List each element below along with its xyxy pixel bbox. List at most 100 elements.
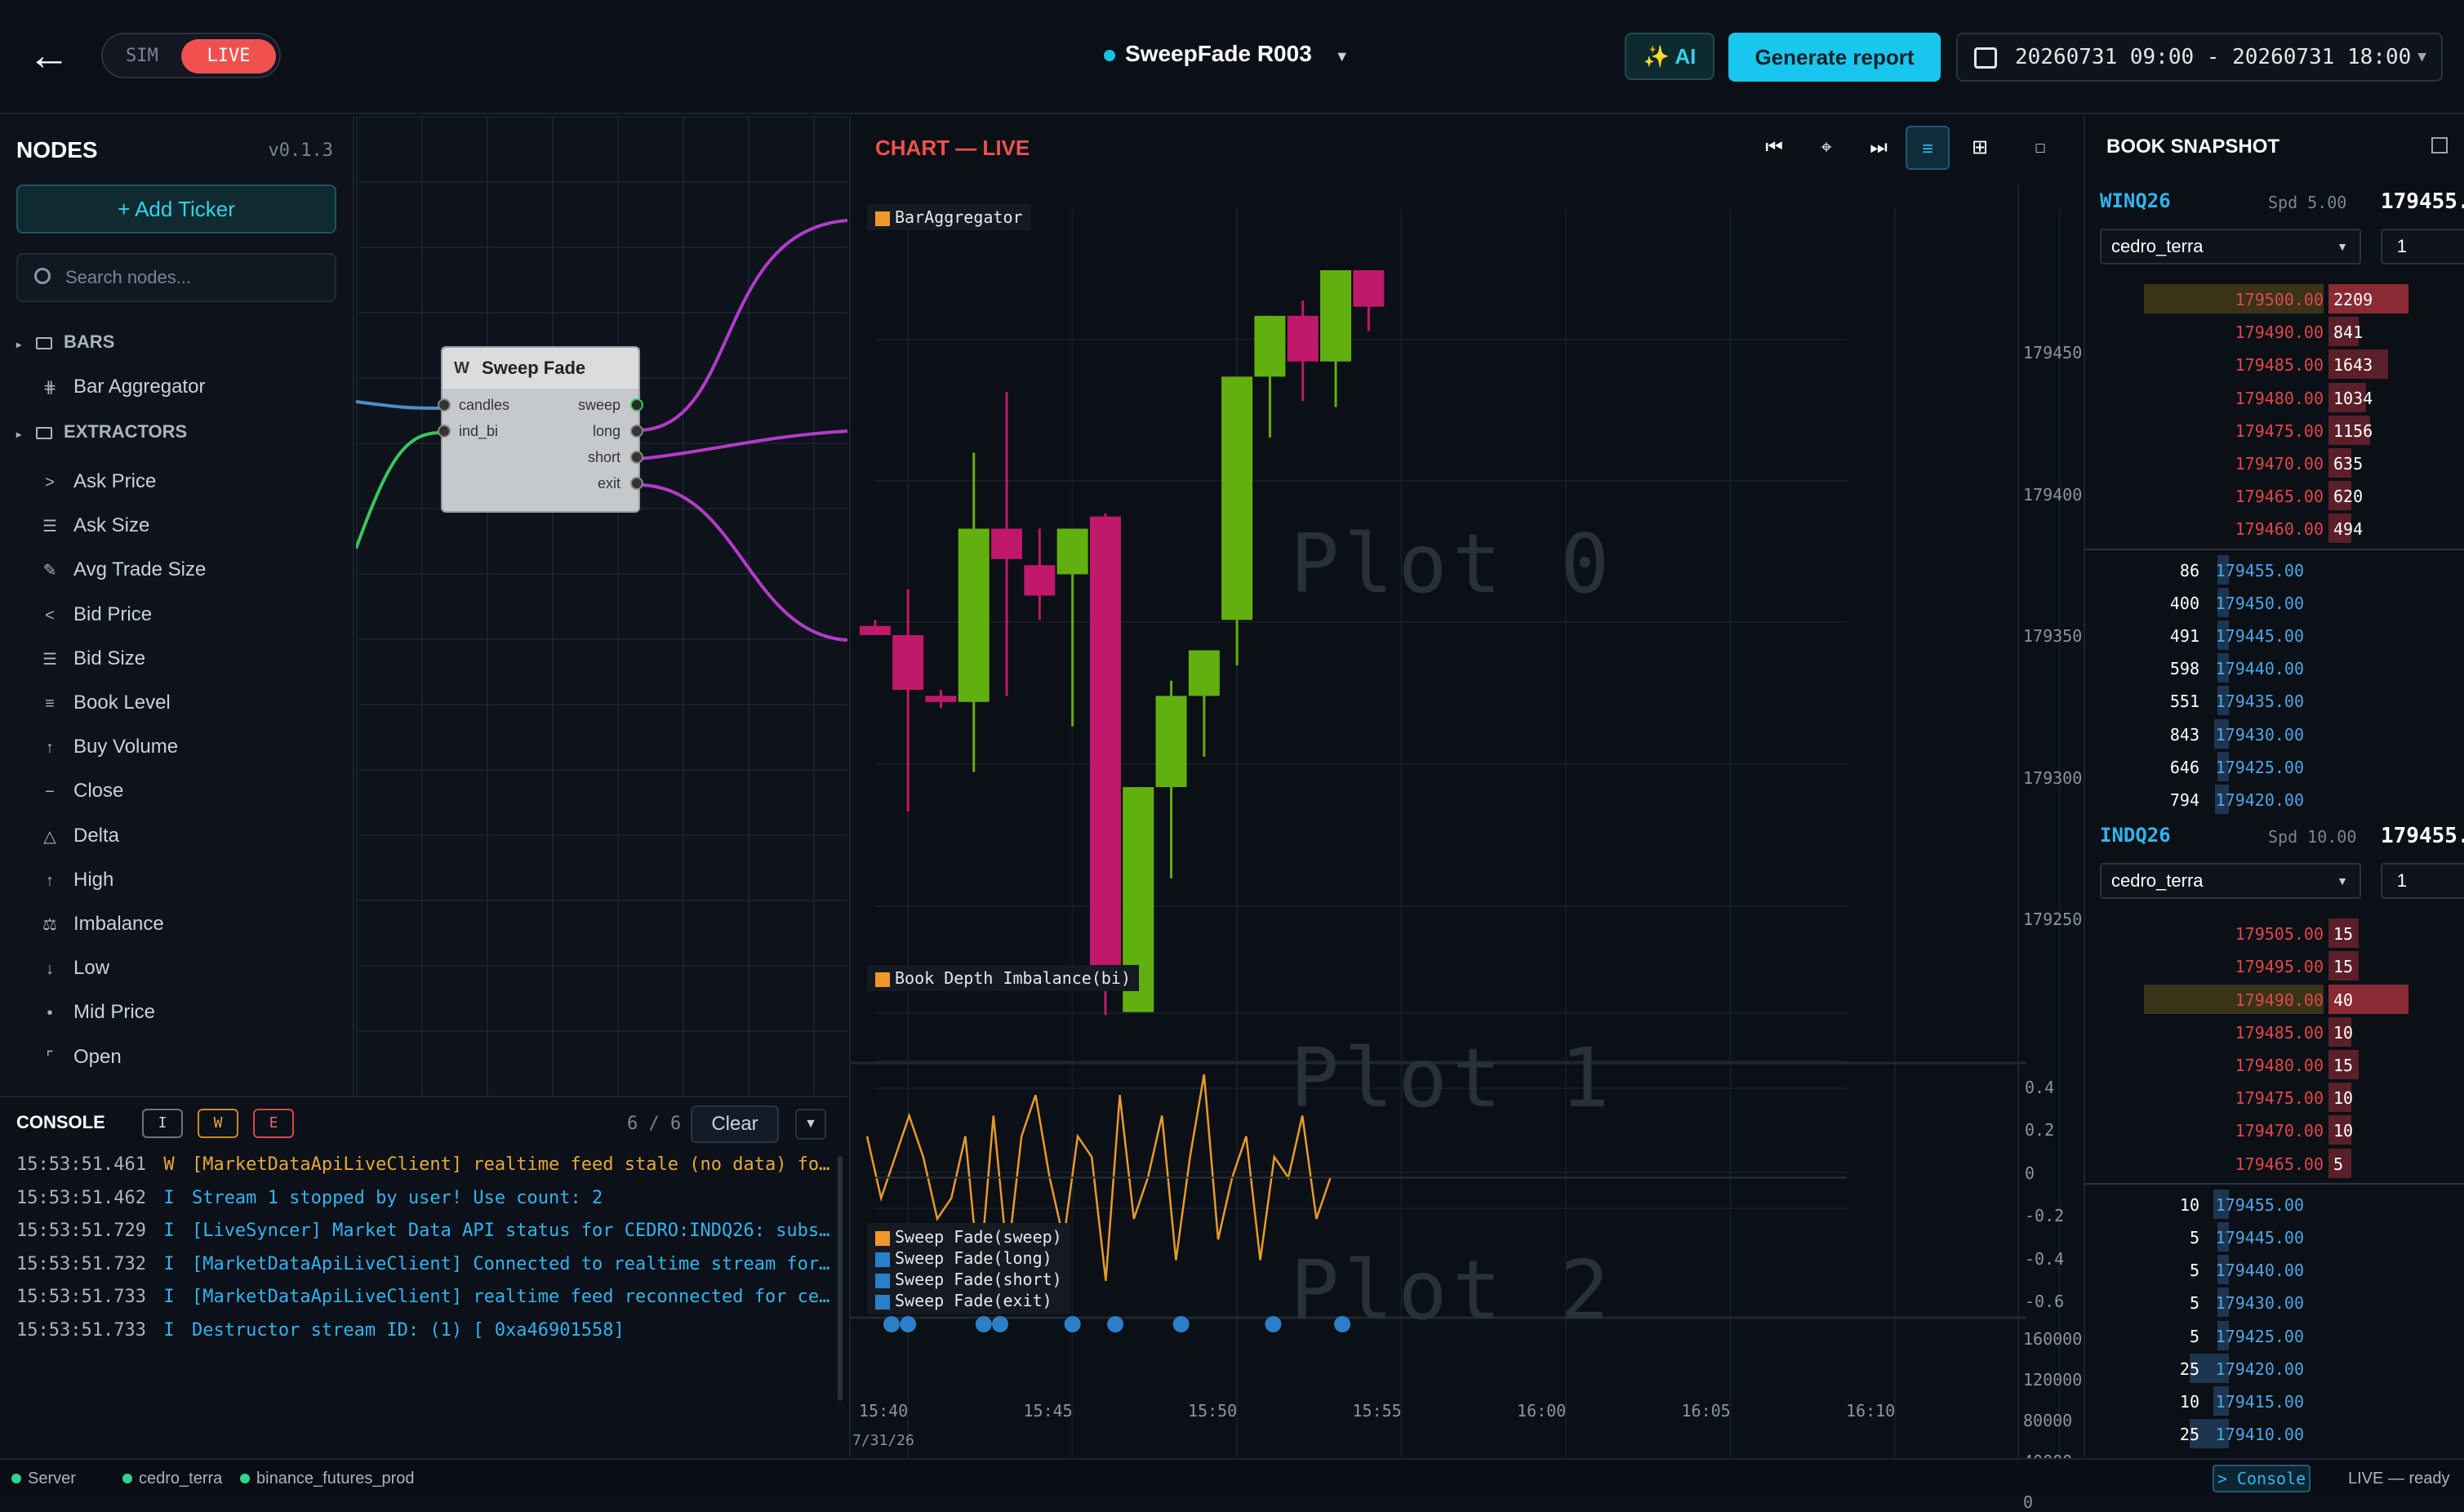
y0-tick-label: 179250 <box>2023 909 2083 929</box>
log-message: Destructor stream ID: (1) [ 0xa46901558] <box>191 1319 625 1341</box>
strategy-selector[interactable]: SweepFade R003 ▼ <box>1104 41 1350 67</box>
filter-error-button[interactable]: E <box>253 1109 294 1138</box>
candle-body <box>1353 270 1385 307</box>
bid-row[interactable]: 598 179440.00 <box>2085 651 2464 684</box>
account-select[interactable]: cedro_terra ▼ <box>2100 229 2361 265</box>
filter-warning-button[interactable]: W <box>198 1109 238 1138</box>
ask-row[interactable]: 179480.00 1034 <box>2085 381 2464 414</box>
scrollbar[interactable] <box>838 1156 843 1401</box>
ask-row[interactable]: 179470.00 10 <box>2085 1114 2464 1146</box>
ask-row[interactable]: 179475.00 10 <box>2085 1081 2464 1114</box>
bid-row[interactable]: 10 179415.00 <box>2085 1385 2464 1417</box>
account-select[interactable]: cedro_terra ▼ <box>2100 863 2361 900</box>
ask-row[interactable]: 179490.00 40 <box>2085 983 2464 1016</box>
candle-body <box>1221 376 1253 620</box>
ask-price: 179465.00 <box>2235 487 2324 507</box>
node-item-bid-size[interactable]: ☰ Bid Size <box>41 647 145 670</box>
quantity-input[interactable]: 1 <box>2381 863 2464 900</box>
bid-row[interactable]: 5 179440.00 <box>2085 1253 2464 1286</box>
bid-row[interactable]: 25 179420.00 <box>2085 1352 2464 1385</box>
maximize-icon[interactable] <box>2431 137 2448 153</box>
ask-row[interactable]: 179470.00 635 <box>2085 447 2464 479</box>
log-time: 15:53:51.733 <box>16 1319 146 1341</box>
node-graph-canvas[interactable]: W Sweep Fade candles ind_bi sweep long sh… <box>356 116 847 1096</box>
crosshair-icon[interactable]: ⌖ <box>1804 126 1848 170</box>
ask-row[interactable]: 179505.00 15 <box>2085 917 2464 949</box>
grid-layout-icon[interactable]: ⊞ <box>1958 126 2002 170</box>
node-item-close[interactable]: − Close <box>41 780 123 803</box>
mode-toggle[interactable]: SIM LIVE <box>101 33 281 78</box>
node-item-book-level[interactable]: ≡ Book Level <box>41 692 171 714</box>
mode-sim[interactable]: SIM <box>126 46 158 66</box>
node-item-open[interactable]: ⌜ Open <box>41 1046 121 1069</box>
folder-icon <box>36 336 53 349</box>
legend-swatch <box>875 1252 890 1267</box>
collapse-icon[interactable]: ▼ <box>795 1109 826 1140</box>
input-port-ind-bi[interactable] <box>438 425 451 438</box>
add-ticker-button[interactable]: + Add Ticker <box>16 185 336 233</box>
node-item-delta[interactable]: △ Delta <box>41 825 119 847</box>
output-port-long[interactable] <box>630 425 643 438</box>
chevron-down-icon: ▼ <box>2417 48 2426 65</box>
node-item-low[interactable]: ↓ Low <box>41 957 109 980</box>
console-toggle-button[interactable]: > Console <box>2213 1465 2311 1492</box>
filter-info-button[interactable]: I <box>142 1109 183 1138</box>
generate-report-button[interactable]: Generate report <box>1728 33 1941 82</box>
bid-row[interactable]: 10 179455.00 <box>2085 1188 2464 1221</box>
bid-row[interactable]: 86 179455.00 <box>2085 554 2464 586</box>
node-item-ask-size[interactable]: ☰ Ask Size <box>41 514 149 537</box>
y0-tick-label: 179450 <box>2023 343 2083 362</box>
ask-row[interactable]: 179485.00 10 <box>2085 1016 2464 1048</box>
ask-price: 179475.00 <box>2235 1088 2324 1109</box>
bid-row[interactable]: 5 179430.00 <box>2085 1286 2464 1319</box>
ai-button[interactable]: ✨ AI <box>1625 33 1715 80</box>
ask-row[interactable]: 179500.00 2209 <box>2085 282 2464 315</box>
ask-row[interactable]: 179465.00 620 <box>2085 479 2464 512</box>
bid-row[interactable]: 5 179445.00 <box>2085 1221 2464 1253</box>
node-item-high[interactable]: ↑ High <box>41 869 113 892</box>
skip-forward-icon[interactable]: ⏭ <box>1857 126 1901 170</box>
node-item-avg-trade-size[interactable]: ✎ Avg Trade Size <box>41 558 207 581</box>
clear-button[interactable]: Clear <box>691 1105 779 1143</box>
sweep-fade-node[interactable]: W Sweep Fade candles ind_bi sweep long sh… <box>438 346 643 513</box>
back-arrow-icon[interactable]: ← <box>28 33 73 78</box>
date-range-picker[interactable]: 20260731 09:00 - 20260731 18:00 ▼ <box>1956 33 2443 82</box>
bid-row[interactable]: 843 179430.00 <box>2085 718 2464 750</box>
maximize-icon[interactable]: □ <box>2018 126 2062 170</box>
ask-row[interactable]: 179460.00 494 <box>2085 512 2464 545</box>
section-bars[interactable]: ▸ BARS <box>16 331 114 353</box>
bid-row[interactable]: 646 179425.00 <box>2085 750 2464 783</box>
node-item-imbalance[interactable]: ⚖ Imbalance <box>41 913 164 936</box>
ask-row[interactable]: 179490.00 841 <box>2085 315 2464 348</box>
legend-sweep: Sweep Fade(sweep) <box>895 1227 1062 1247</box>
output-port-exit[interactable] <box>630 477 643 490</box>
bid-row[interactable]: 400 179450.00 <box>2085 586 2464 619</box>
bid-row[interactable]: 551 179435.00 <box>2085 684 2464 717</box>
ask-row[interactable]: 179480.00 15 <box>2085 1048 2464 1081</box>
bid-row[interactable]: 491 179445.00 <box>2085 619 2464 651</box>
ask-row[interactable]: 179465.00 5 <box>2085 1147 2464 1180</box>
node-item-ask-price[interactable]: > Ask Price <box>41 470 156 493</box>
ask-row[interactable]: 179485.00 1643 <box>2085 348 2464 380</box>
input-port-candles[interactable] <box>438 398 451 411</box>
output-port-sweep[interactable] <box>630 398 643 411</box>
legend-swatch <box>875 211 890 226</box>
skip-back-icon[interactable]: ⏮ <box>1752 126 1796 170</box>
node-item-bar-aggregator[interactable]: ⋕ Bar Aggregator <box>41 376 206 398</box>
bid-row[interactable]: 5 179425.00 <box>2085 1319 2464 1352</box>
bid-row[interactable]: 25 179410.00 <box>2085 1417 2464 1450</box>
node-item-label: Mid Price <box>73 1001 156 1024</box>
mode-live[interactable]: LIVE <box>181 39 276 73</box>
log-level: I <box>163 1253 175 1274</box>
ask-row[interactable]: 179475.00 1156 <box>2085 414 2464 447</box>
node-item-buy-volume[interactable]: ↑ Buy Volume <box>41 736 178 758</box>
node-item-mid-price[interactable]: • Mid Price <box>41 1001 155 1024</box>
ask-row[interactable]: 179495.00 15 <box>2085 949 2464 982</box>
search-nodes-input[interactable]: Search nodes... <box>16 253 336 302</box>
quantity-input[interactable]: 1 <box>2381 229 2464 265</box>
output-port-short[interactable] <box>630 451 643 464</box>
node-item-bid-price[interactable]: < Bid Price <box>41 603 152 626</box>
list-layout-icon[interactable]: ≡ <box>1906 126 1950 170</box>
section-extractors[interactable]: ▸ EXTRACTORS <box>16 421 187 442</box>
bid-row[interactable]: 794 179420.00 <box>2085 783 2464 816</box>
